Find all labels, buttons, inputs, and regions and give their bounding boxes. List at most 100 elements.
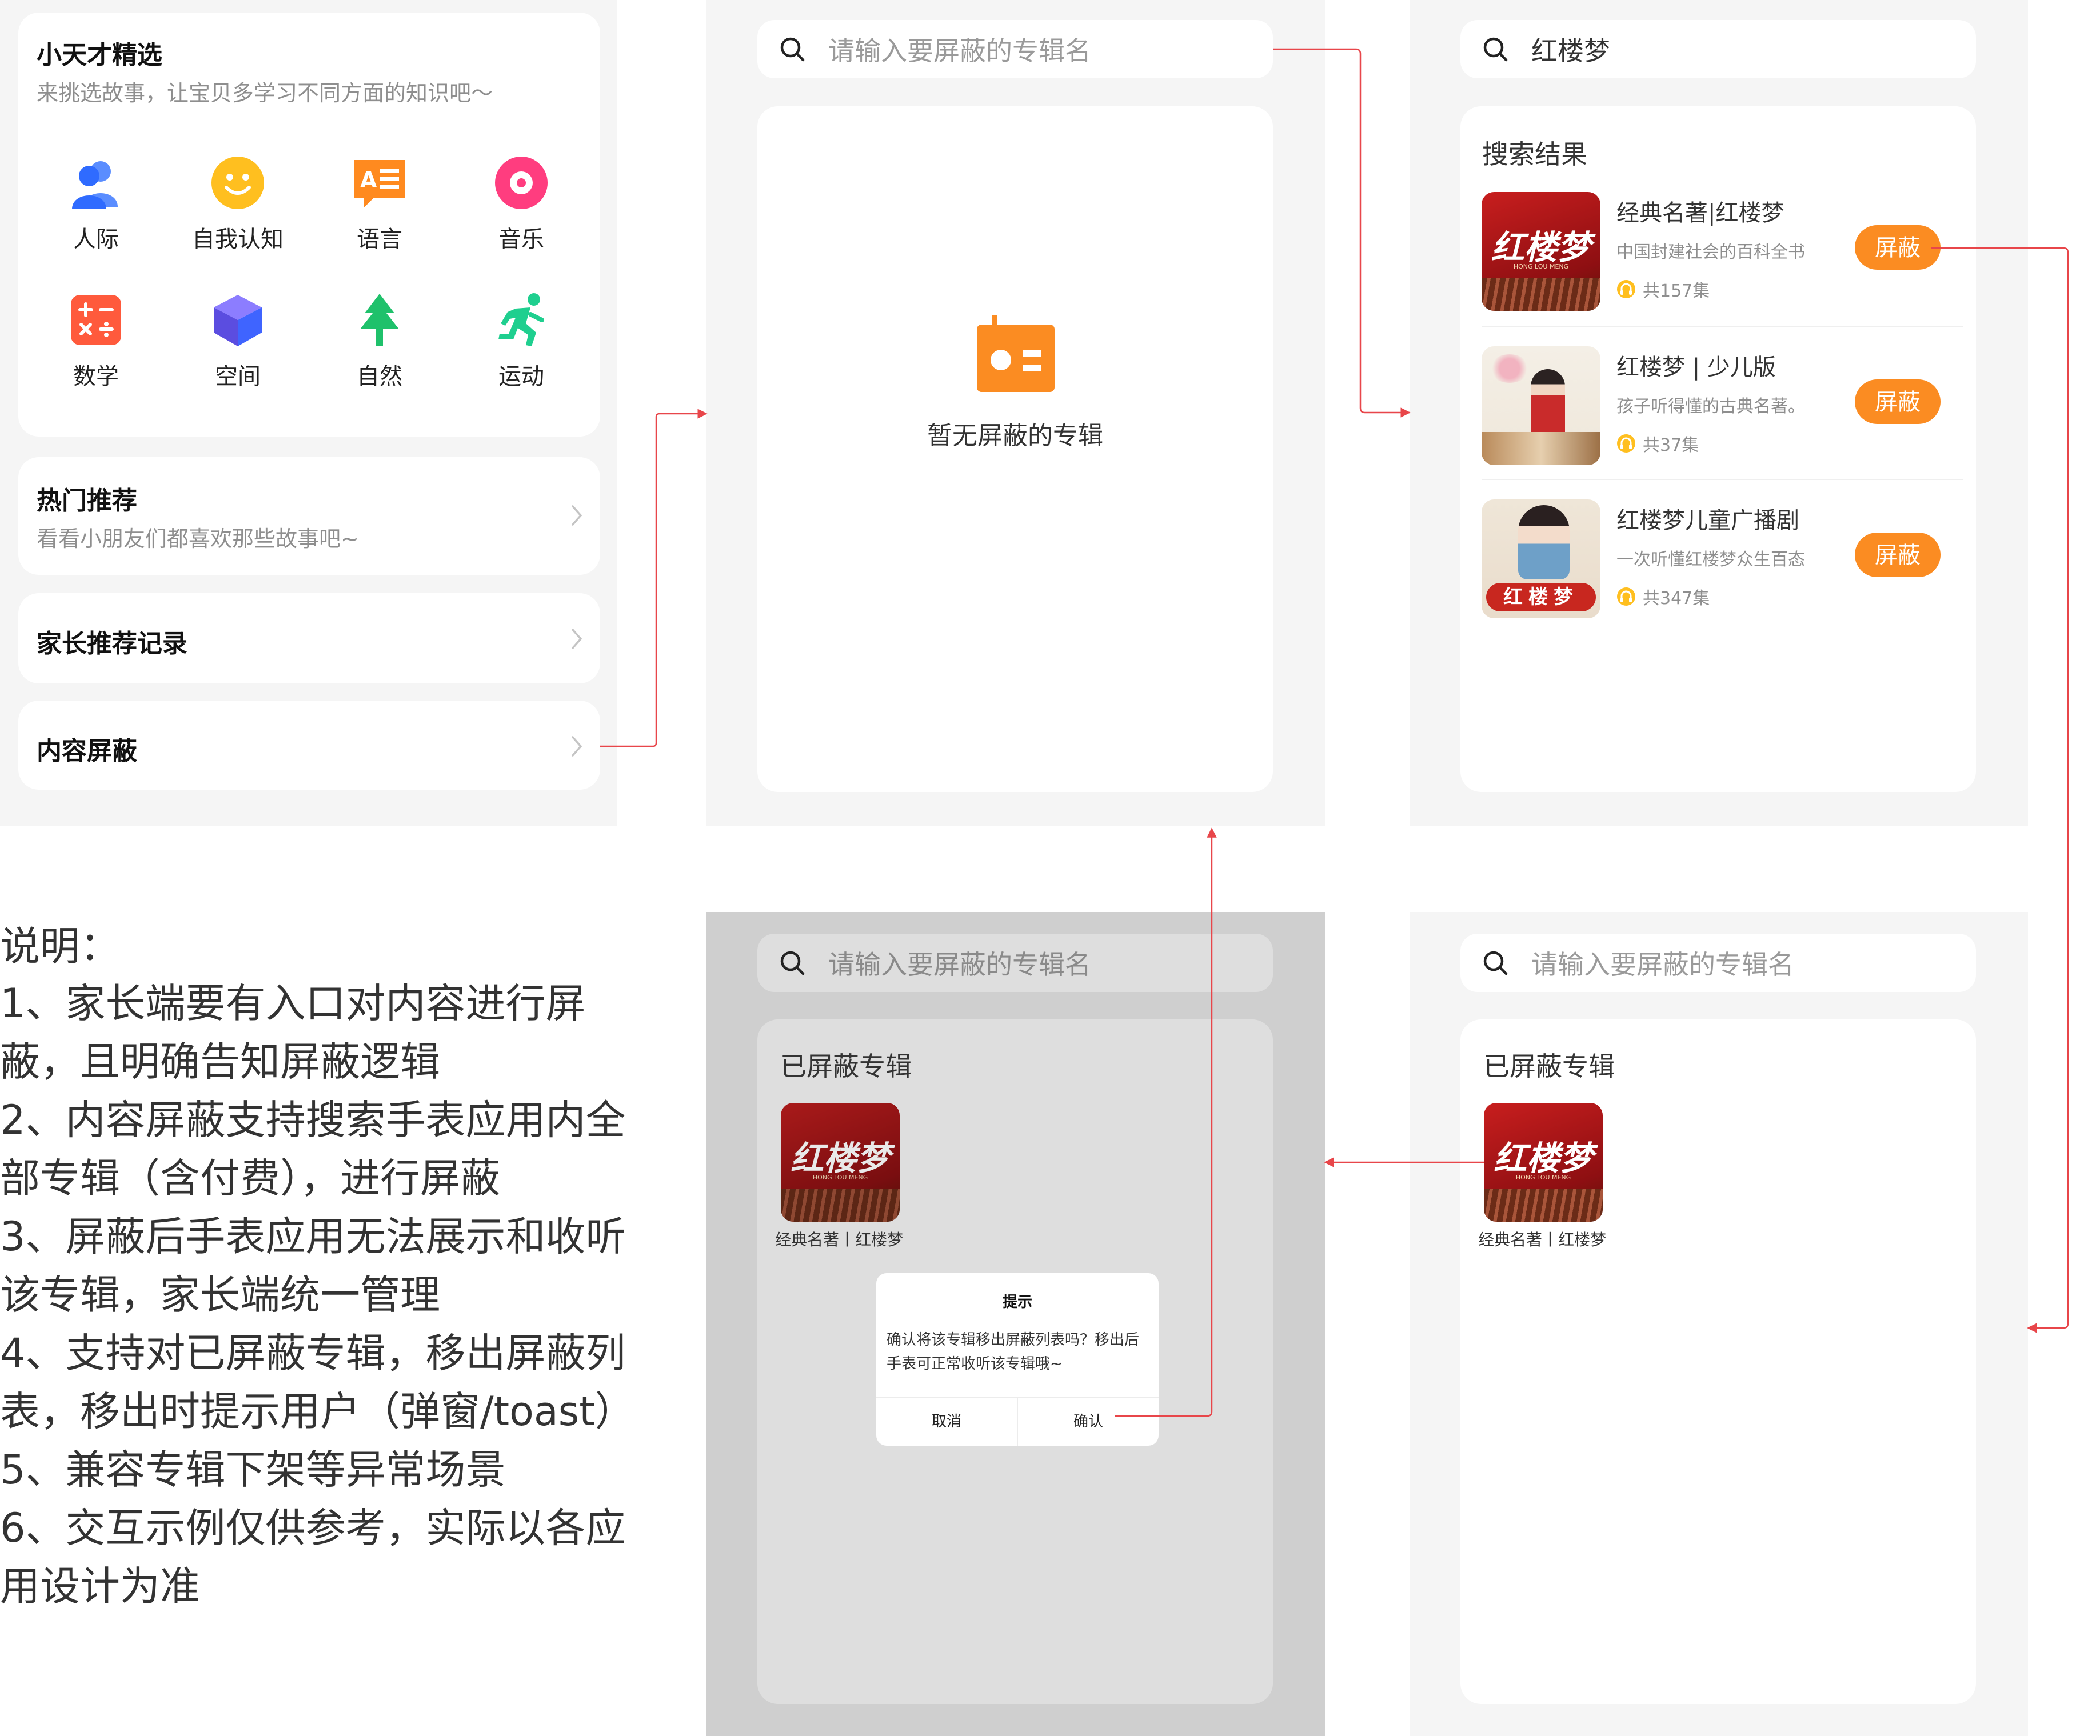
cover-seal-art: 红楼梦 (1486, 583, 1596, 611)
blocked-album-caption: 经典名著丨红楼梦 (1478, 1230, 1607, 1249)
category-label: 自我认知 (192, 226, 284, 253)
notes-line: 部专辑（含付费），进行屏蔽 (0, 1155, 500, 1202)
cover-title-art: 红楼梦 (790, 1139, 890, 1178)
featured-subtitle: 来挑选故事，让宝贝多学习不同方面的知识吧～ (37, 81, 493, 106)
search-icon (1483, 37, 1508, 62)
search-result-item[interactable]: 红楼梦 红楼梦儿童广播剧 一次听懂红楼梦众生百态 共347集 屏蔽 (1482, 499, 1963, 626)
category-label: 自然 (357, 363, 402, 390)
unblock-confirm-dialog: 提示 确认将该专辑移出屏蔽列表吗？移出后手表可正常收听该专辑哦~ 取消 确认 (876, 1273, 1159, 1446)
running-person-icon (498, 293, 544, 346)
cover-roof-art (1482, 278, 1600, 311)
category-music[interactable]: 音乐 (464, 154, 578, 254)
search-icon (1483, 951, 1508, 975)
hot-recommend-subtitle: 看看小朋友们都喜欢那些故事吧~ (37, 526, 359, 551)
chevron-right-icon (572, 736, 582, 757)
block-button[interactable]: 屏蔽 (1855, 533, 1941, 577)
notes-line: 4、支持对已屏蔽专辑，移出屏蔽列 (0, 1330, 626, 1377)
dialog-cancel-button[interactable]: 取消 (876, 1398, 1017, 1446)
chevron-right-icon (572, 629, 582, 649)
cover-blossom-art (1490, 354, 1530, 383)
category-math[interactable]: 数学 (39, 291, 153, 391)
cover-subtitle-art: HONG LOU MENG (1515, 1174, 1571, 1181)
notes-line: 蔽，且明确告知屏蔽逻辑 (0, 1038, 440, 1085)
notes-line: 6、交互示例仅供参考，实际以各应 (0, 1505, 626, 1551)
category-space[interactable]: 空间 (181, 291, 295, 391)
result-desc: 一次听懂红楼梦众生百态 (1616, 550, 1805, 570)
notes-line: 2、内容屏蔽支持搜索手表应用内全 (0, 1097, 626, 1143)
blocked-album-cover[interactable]: 红楼梦 HONG LOU MENG (1484, 1103, 1603, 1222)
category-label: 音乐 (498, 226, 544, 253)
cover-title-art: 红楼梦 (1491, 228, 1591, 267)
featured-title: 小天才精选 (37, 41, 162, 70)
headphones-icon (1617, 587, 1635, 606)
category-people[interactable]: 人际 (39, 154, 153, 254)
search-icon (780, 37, 805, 62)
category-sports[interactable]: 运动 (464, 291, 578, 391)
category-label: 语言 (357, 226, 402, 253)
result-divider (1482, 326, 1963, 327)
album-cover-image: 红楼梦 HONG LOU MENG (1482, 192, 1600, 311)
headphones-icon (1617, 434, 1635, 453)
result-episode-count: 共347集 (1616, 584, 1710, 609)
album-cover-image (1482, 346, 1600, 465)
dialog-message: 确认将该专辑移出屏蔽列表吗？移出后手表可正常收听该专辑哦~ (887, 1331, 1140, 1373)
search-input-value: 红楼梦 (1531, 35, 1610, 66)
block-button[interactable]: 屏蔽 (1855, 225, 1941, 270)
category-nature[interactable]: 自然 (322, 291, 437, 391)
cover-subtitle-art: HONG LOU MENG (812, 1174, 868, 1181)
svg-text:A: A (360, 167, 377, 193)
result-desc: 孩子听得懂的古典名著。 (1616, 397, 1805, 417)
hot-recommend-row[interactable]: 热门推荐 看看小朋友们都喜欢那些故事吧~ (18, 457, 600, 575)
featured-card: 小天才精选 来挑选故事，让宝贝多学习不同方面的知识吧～ 人际 自我认知 A 语言 (18, 13, 600, 437)
category-self-awareness[interactable]: 自我认知 (181, 154, 295, 254)
result-count-text: 共347集 (1643, 589, 1710, 609)
search-placeholder: 请输入要屏蔽的专辑名 (828, 949, 1091, 980)
album-cover-image: 红楼梦 (1482, 499, 1600, 618)
notes-line: 该专辑，家长端统一管理 (0, 1271, 440, 1318)
notes-line: 5、兼容专辑下架等异常场景 (0, 1446, 506, 1493)
block-button[interactable]: 屏蔽 (1855, 379, 1941, 424)
notes-heading: 说明： (0, 923, 120, 970)
math-calculator-icon (71, 295, 121, 345)
category-label: 数学 (73, 363, 119, 390)
search-placeholder: 请输入要屏蔽的专辑名 (828, 35, 1091, 66)
search-icon (780, 951, 805, 975)
blocked-section-label: 已屏蔽专辑 (780, 1051, 912, 1082)
empty-state-text: 暂无屏蔽的专辑 (927, 421, 1103, 450)
cover-ground-art (1482, 432, 1600, 465)
parent-records-row[interactable]: 家长推荐记录 (18, 593, 600, 683)
result-divider (1482, 479, 1963, 480)
notes-line: 表，移出时提示用户（弹窗/toast） (0, 1388, 635, 1435)
language-chat-icon: A (354, 160, 405, 208)
blocked-album-cover[interactable]: 红楼梦 HONG LOU MENG (781, 1103, 900, 1222)
result-count-text: 共157集 (1643, 281, 1710, 301)
search-bar[interactable]: 请输入要屏蔽的专辑名 (1460, 934, 1976, 992)
result-episode-count: 共157集 (1616, 277, 1710, 302)
category-label: 运动 (498, 363, 544, 390)
search-bar[interactable]: 请输入要屏蔽的专辑名 (757, 934, 1273, 992)
search-result-item[interactable]: 红楼梦 HONG LOU MENG 经典名著|红楼梦 中国封建社会的百科全书 共… (1482, 192, 1963, 319)
tree-icon (360, 294, 399, 346)
result-title: 红楼梦儿童广播剧 (1616, 507, 1799, 534)
blocked-album-caption: 经典名著丨红楼梦 (775, 1230, 904, 1249)
search-bar[interactable]: 请输入要屏蔽的专辑名 (757, 20, 1273, 78)
content-block-row[interactable]: 内容屏蔽 (18, 701, 600, 790)
result-episode-count: 共37集 (1616, 431, 1699, 456)
radio-box-icon (977, 315, 1055, 392)
search-bar[interactable]: 红楼梦 (1460, 20, 1976, 78)
parent-records-title: 家长推荐记录 (37, 629, 187, 658)
category-language[interactable]: A 语言 (322, 154, 437, 254)
result-count-text: 共37集 (1643, 435, 1699, 455)
people-icon (72, 161, 118, 209)
dialog-title: 提示 (1002, 1294, 1032, 1311)
search-result-item[interactable]: 红楼梦 | 少儿版 孩子听得懂的古典名著。 共37集 屏蔽 (1482, 346, 1963, 473)
dialog-confirm-button[interactable]: 确认 (1018, 1398, 1159, 1446)
blocked-section-label: 已屏蔽专辑 (1483, 1051, 1615, 1082)
result-desc: 中国封建社会的百科全书 (1616, 242, 1805, 262)
blocked-empty-card: 暂无屏蔽的专辑 (757, 106, 1273, 792)
cover-subtitle-art: HONG LOU MENG (1513, 263, 1569, 270)
cover-figure-art (1531, 369, 1565, 438)
content-block-title: 内容屏蔽 (37, 737, 137, 766)
category-label: 人际 (73, 226, 119, 253)
notes-line: 3、屏蔽后手表应用无法展示和收听 (0, 1213, 626, 1260)
